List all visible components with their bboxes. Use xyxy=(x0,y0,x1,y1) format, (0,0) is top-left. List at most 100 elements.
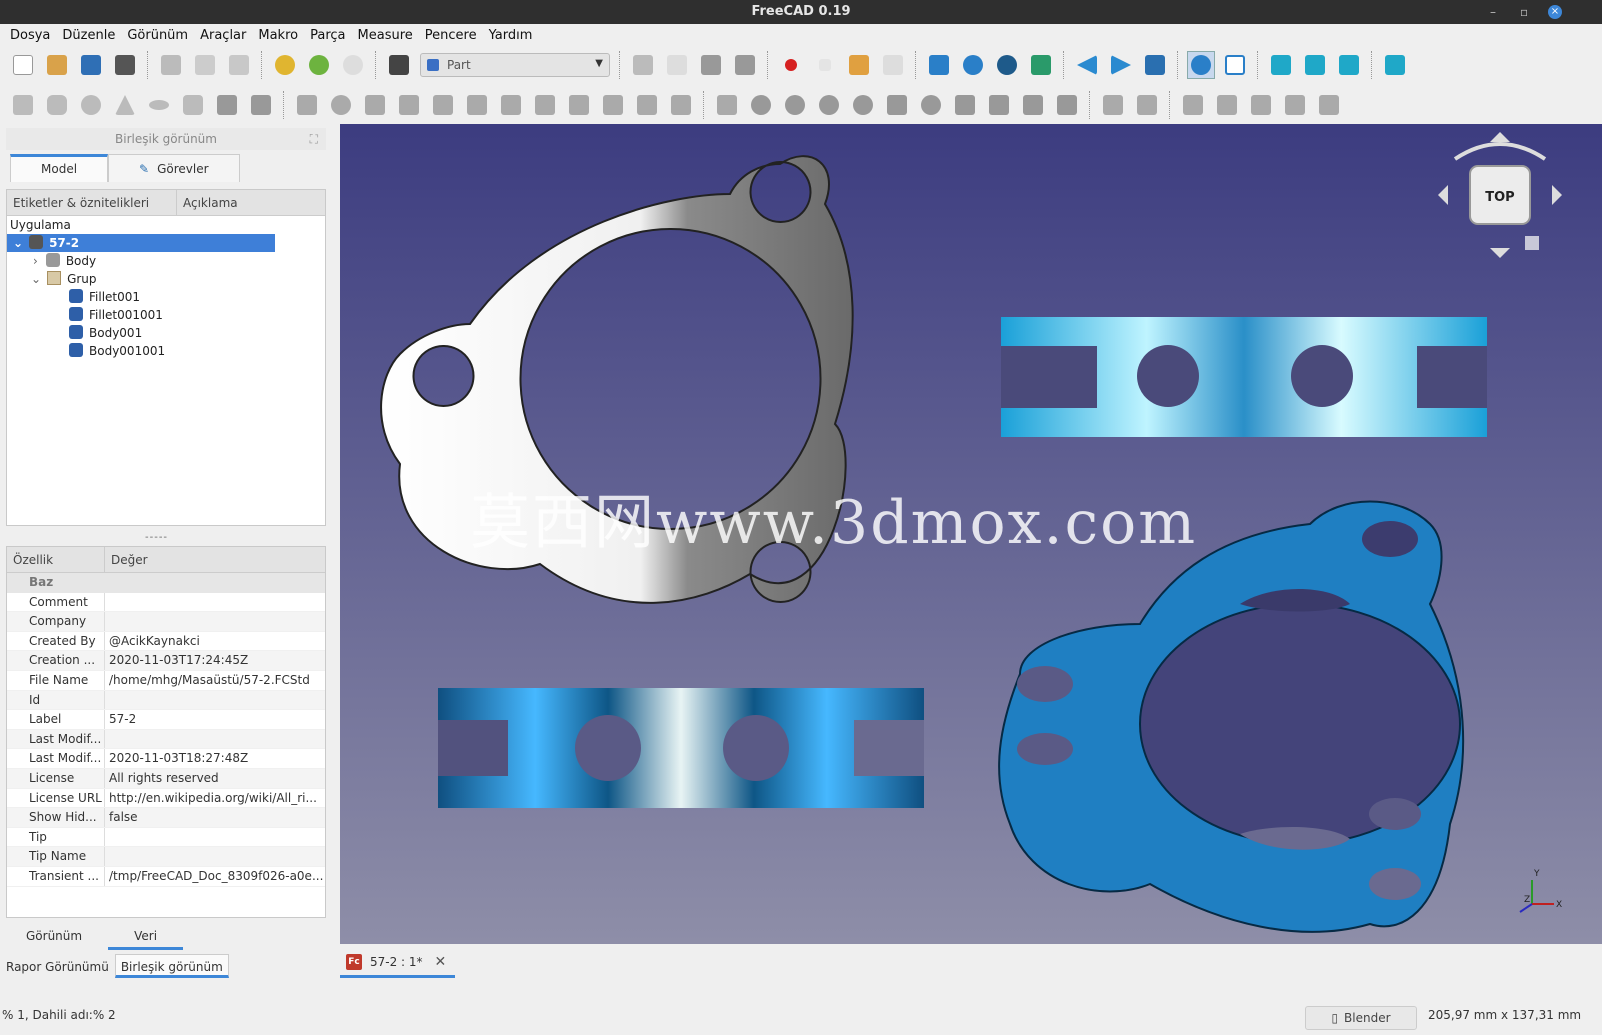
menu-yardim[interactable]: Yardım xyxy=(483,28,539,43)
side-view-part[interactable] xyxy=(1001,317,1487,437)
open-folder-icon[interactable] xyxy=(43,51,71,79)
tab-gorunum[interactable]: Görünüm xyxy=(0,922,108,950)
float-dock-icon[interactable]: ⛶ xyxy=(310,128,318,150)
front-view-part[interactable] xyxy=(438,688,924,808)
part-fillet-icon[interactable] xyxy=(395,91,423,119)
link-actions-icon[interactable] xyxy=(731,51,759,79)
bounding-box-icon[interactable] xyxy=(1027,51,1055,79)
forward-arrow-icon[interactable] xyxy=(1107,51,1135,79)
tree-item-document[interactable]: ⌄ 57-2 xyxy=(7,234,275,252)
refresh-icon[interactable] xyxy=(339,51,367,79)
menu-makro[interactable]: Makro xyxy=(252,28,304,43)
property-value[interactable]: /home/mhg/Masaüstü/57-2.FCStd xyxy=(105,671,325,690)
zoom-icon[interactable] xyxy=(1187,51,1215,79)
part-shapebuilder-icon[interactable] xyxy=(247,91,275,119)
property-row[interactable]: Show Hid... false xyxy=(7,808,325,828)
3d-viewport[interactable]: TOP Y Z X 莫西网www.3dmox.com xyxy=(340,124,1602,944)
right-view-icon[interactable] xyxy=(1335,51,1363,79)
property-value[interactable] xyxy=(105,593,325,612)
property-row[interactable]: Company xyxy=(7,612,325,632)
tab-birlesik-gorunum[interactable]: Birleşik görünüm xyxy=(114,954,229,978)
tree-item-fillet001[interactable]: Fillet001 xyxy=(69,288,140,306)
property-row[interactable]: Last Modif... xyxy=(7,729,325,750)
menu-dosya[interactable]: Dosya xyxy=(4,28,56,43)
navigation-cube[interactable]: TOP xyxy=(1438,132,1562,258)
property-value[interactable]: http://en.wikipedia.org/wiki/All_ri... xyxy=(105,789,325,808)
part-split-icon[interactable] xyxy=(917,91,945,119)
property-value[interactable]: 57-2 xyxy=(105,710,325,729)
part-box-icon[interactable] xyxy=(9,91,37,119)
measure-toggle-icon[interactable] xyxy=(1247,91,1275,119)
property-value[interactable]: /tmp/FreeCAD_Doc_8309f026-a0e... xyxy=(105,867,325,886)
rear-view-icon[interactable] xyxy=(1381,51,1409,79)
part-mirror-icon[interactable] xyxy=(361,91,389,119)
menu-araclar[interactable]: Araçlar xyxy=(194,28,252,43)
back-arrow-icon[interactable] xyxy=(1073,51,1101,79)
part-cut-icon[interactable] xyxy=(781,91,809,119)
property-row[interactable]: Label 57-2 xyxy=(7,710,325,730)
property-value[interactable] xyxy=(105,612,325,631)
property-row[interactable]: License All rights reserved xyxy=(7,768,325,789)
part-section-icon[interactable] xyxy=(599,91,627,119)
part-cylinder-icon[interactable] xyxy=(43,91,71,119)
measure-clear-icon[interactable] xyxy=(1213,91,1241,119)
part-cone-icon[interactable] xyxy=(111,91,139,119)
part-cross-sections-icon[interactable] xyxy=(633,91,661,119)
menu-measure[interactable]: Measure xyxy=(352,28,419,43)
part-tube-icon[interactable] xyxy=(179,91,207,119)
part-torus-icon[interactable] xyxy=(145,91,173,119)
menu-duzenle[interactable]: Düzenle xyxy=(56,28,121,43)
tree-item-fillet001001[interactable]: Fillet001001 xyxy=(69,306,163,324)
property-value[interactable] xyxy=(105,691,325,710)
part-loft-icon[interactable] xyxy=(531,91,559,119)
record-macro-icon[interactable] xyxy=(777,51,805,79)
property-row[interactable]: Comment xyxy=(7,592,325,613)
isometric-view-icon[interactable] xyxy=(1221,51,1249,79)
std-views-icon[interactable] xyxy=(1141,51,1169,79)
part-check-geometry-icon[interactable] xyxy=(951,91,979,119)
part-compound-icon[interactable] xyxy=(713,91,741,119)
edit-macro-icon[interactable] xyxy=(845,51,873,79)
measure-toggle-3d-icon[interactable] xyxy=(1281,91,1309,119)
measure-refresh-icon[interactable] xyxy=(1179,91,1207,119)
new-document-icon[interactable] xyxy=(9,51,37,79)
part-sphere-icon[interactable] xyxy=(77,91,105,119)
property-row[interactable]: Tip Name xyxy=(7,847,325,867)
property-row[interactable]: Creation ... 2020-11-03T17:24:45Z xyxy=(7,651,325,671)
undo-icon[interactable] xyxy=(271,51,299,79)
part-offset-icon[interactable] xyxy=(667,91,695,119)
property-value[interactable]: 2020-11-03T18:27:48Z xyxy=(105,749,325,768)
front-view-icon[interactable] xyxy=(1267,51,1295,79)
property-header-value[interactable]: Değer xyxy=(105,547,325,572)
property-header-name[interactable]: Özellik xyxy=(7,547,105,572)
property-value[interactable] xyxy=(105,730,325,749)
part-ruled-surface-icon[interactable] xyxy=(497,91,525,119)
redo-icon[interactable] xyxy=(305,51,333,79)
tree-item-grup[interactable]: ⌄ Grup xyxy=(31,270,97,288)
tree-header-labels[interactable]: Etiketler & öznitelikleri xyxy=(7,190,177,215)
maximize-icon[interactable]: ▫ xyxy=(1520,0,1528,24)
property-value[interactable] xyxy=(105,828,325,847)
property-value[interactable]: @AcikKaynakci xyxy=(105,632,325,651)
property-row[interactable]: File Name/home/mhg/Masaüstü/57-2.FCStd xyxy=(7,670,325,691)
part-primitives-icon[interactable] xyxy=(213,91,241,119)
part-revolve-icon[interactable] xyxy=(327,91,355,119)
part-chamfer-icon[interactable] xyxy=(429,91,457,119)
tab-gorevler[interactable]: ✎ Görevler xyxy=(108,154,240,182)
part-join-icon[interactable] xyxy=(883,91,911,119)
tab-model[interactable]: Model xyxy=(10,154,109,182)
part-sweep-icon[interactable] xyxy=(565,91,593,119)
property-value[interactable]: All rights reserved xyxy=(105,769,325,788)
part-thickness-icon[interactable] xyxy=(1019,91,1047,119)
property-row[interactable]: Created By @AcikKaynakci xyxy=(7,631,325,652)
cut-icon[interactable] xyxy=(157,51,185,79)
property-row[interactable]: Last Modif... 2020-11-03T18:27:48Z xyxy=(7,749,325,769)
property-row[interactable]: License URL http://en.wikipedia.org/wiki/… xyxy=(7,788,325,809)
top-view-icon[interactable] xyxy=(1301,51,1329,79)
minimize-icon[interactable]: – xyxy=(1490,0,1496,24)
tab-rapor-gorunumu[interactable]: Rapor Görünümü xyxy=(0,954,115,978)
part-boolean-icon[interactable] xyxy=(747,91,775,119)
draw-style-icon[interactable] xyxy=(993,51,1021,79)
link-make-icon[interactable] xyxy=(697,51,725,79)
menu-pencere[interactable]: Pencere xyxy=(419,28,483,43)
